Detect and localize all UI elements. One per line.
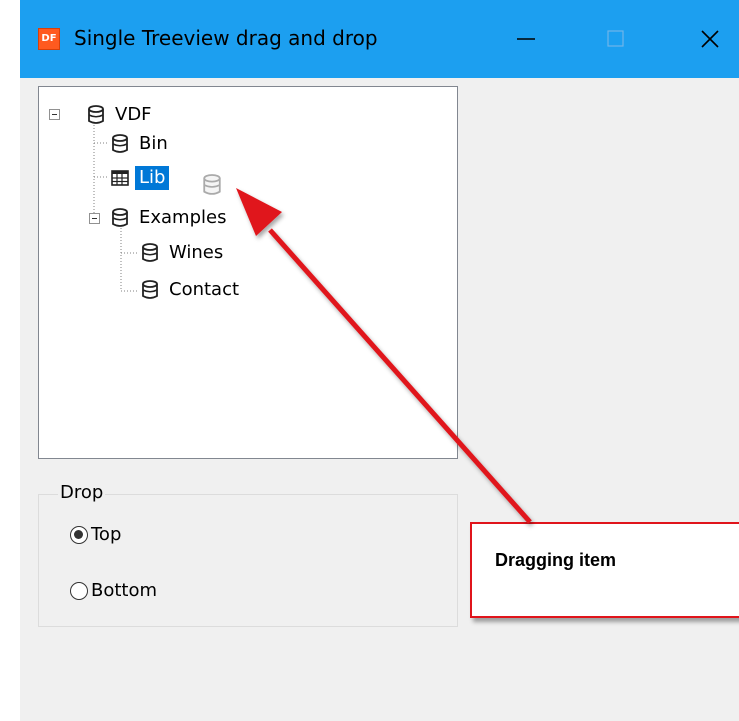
examples-collapse-toggle[interactable] bbox=[89, 213, 100, 224]
tree-connector-lines bbox=[93, 113, 139, 292]
database-icon bbox=[88, 105, 104, 124]
tree-node-contact[interactable]: Contact bbox=[141, 277, 243, 303]
radio-top-label: Top bbox=[91, 524, 122, 545]
callout-text: Dragging item bbox=[495, 550, 617, 570]
tree-node-label: Examples bbox=[139, 207, 227, 228]
tree-node-label-selected: Lib bbox=[135, 166, 170, 190]
database-icon bbox=[112, 208, 128, 227]
app-window: DF Single Treeview drag and drop VDF Bin… bbox=[20, 0, 739, 721]
drag-ghost-database-icon bbox=[203, 174, 221, 195]
tree-view[interactable]: VDF Bin Lib Examples Wines Contact bbox=[38, 86, 458, 459]
tree-node-label: Contact bbox=[169, 279, 240, 300]
tree-node-examples[interactable]: Examples bbox=[111, 205, 230, 231]
maximize-icon bbox=[607, 30, 624, 47]
radio-unchecked-icon[interactable] bbox=[70, 581, 88, 600]
database-icon bbox=[112, 134, 128, 153]
tree-node-bin[interactable]: Bin bbox=[111, 131, 172, 157]
tree-node-label: Wines bbox=[169, 242, 224, 263]
close-icon bbox=[701, 30, 719, 48]
drop-groupbox-legend: Drop bbox=[58, 482, 106, 503]
maximize-button[interactable] bbox=[596, 22, 636, 56]
window-title: Single Treeview drag and drop bbox=[74, 26, 378, 50]
radio-bottom-label: Bottom bbox=[91, 580, 158, 601]
tree-node-wines[interactable]: Wines bbox=[141, 240, 227, 266]
drop-groupbox bbox=[38, 494, 458, 627]
close-button[interactable] bbox=[690, 22, 730, 56]
tree-node-lib[interactable]: Lib bbox=[111, 165, 170, 191]
radio-checked-icon[interactable] bbox=[70, 525, 88, 544]
minimize-icon bbox=[517, 38, 535, 40]
database-icon bbox=[142, 243, 158, 262]
tree-node-label: VDF bbox=[115, 104, 152, 125]
tree-node-label: Bin bbox=[139, 133, 168, 154]
database-icon bbox=[142, 280, 158, 299]
radio-top[interactable]: Top bbox=[70, 524, 121, 545]
app-icon: DF bbox=[38, 28, 60, 50]
radio-bottom[interactable]: Bottom bbox=[70, 580, 157, 601]
table-icon bbox=[111, 170, 129, 186]
minimize-button[interactable] bbox=[506, 22, 546, 56]
annotation-callout: Dragging item bbox=[470, 522, 739, 618]
tree-node-vdf[interactable]: VDF bbox=[87, 102, 156, 128]
title-bar[interactable]: DF Single Treeview drag and drop bbox=[20, 0, 739, 78]
vdf-collapse-toggle[interactable] bbox=[49, 109, 60, 120]
